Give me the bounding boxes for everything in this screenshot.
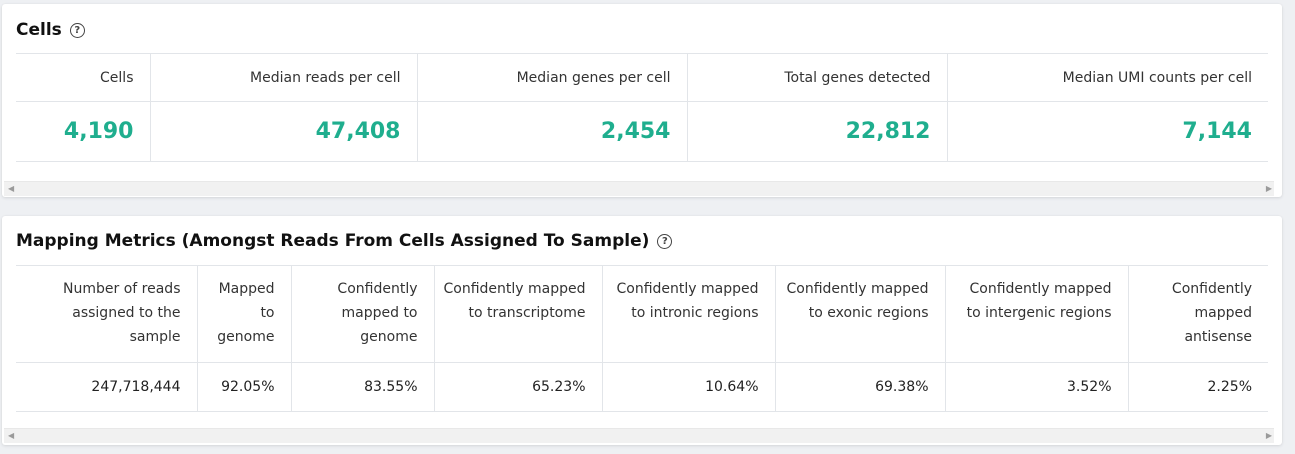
help-icon[interactable]: ? xyxy=(69,22,85,38)
mapping-title-text: Mapping Metrics (Amongst Reads From Cell… xyxy=(16,231,650,251)
cells-title-text: Cells xyxy=(16,20,62,40)
cells-metric-value: 47,408 xyxy=(149,101,417,162)
cells-value-row: 4,190 47,408 2,454 22,812 7,144 xyxy=(16,101,1268,162)
cells-title: Cells ? xyxy=(16,20,85,40)
mapping-col-header: Confidently mapped antisense xyxy=(1127,265,1268,363)
mapping-metric-value: 3.52% xyxy=(944,362,1128,412)
mapping-metric-value: 69.38% xyxy=(774,362,945,412)
cells-col-header: Median genes per cell xyxy=(416,53,687,102)
mapping-card: Mapping Metrics (Amongst Reads From Cell… xyxy=(2,216,1282,445)
mapping-col-header: Mapped to genome xyxy=(196,265,291,363)
cells-col-header: Median UMI counts per cell xyxy=(946,53,1268,102)
mapping-metric-value: 2.25% xyxy=(1127,362,1268,412)
mapping-col-header: Confidently mapped to genome xyxy=(290,265,434,363)
cells-col-header: Total genes detected xyxy=(686,53,947,102)
scroll-left-icon[interactable]: ◀ xyxy=(8,182,14,196)
mapping-metric-value: 83.55% xyxy=(290,362,434,412)
scroll-right-icon[interactable]: ▶ xyxy=(1266,429,1272,443)
cells-metric-value: 2,454 xyxy=(416,101,687,162)
help-icon[interactable]: ? xyxy=(657,233,673,249)
cells-table: Cells Median reads per cell Median genes… xyxy=(16,53,1268,162)
mapping-col-header: Confidently mapped to transcriptome xyxy=(433,265,602,363)
cells-col-header: Median reads per cell xyxy=(149,53,417,102)
mapping-metric-value: 10.64% xyxy=(601,362,775,412)
cells-metric-value: 7,144 xyxy=(946,101,1268,162)
mapping-col-header: Confidently mapped to intronic regions xyxy=(601,265,775,363)
mapping-title: Mapping Metrics (Amongst Reads From Cell… xyxy=(16,231,673,251)
mapping-table: Number of reads assigned to the sample M… xyxy=(16,265,1268,412)
mapping-col-header: Confidently mapped to intergenic regions xyxy=(944,265,1128,363)
horizontal-scrollbar[interactable]: ◀ ▶ xyxy=(4,181,1274,196)
cells-card: Cells ? Cells Median reads per cell Medi… xyxy=(2,4,1282,197)
cells-metric-value: 22,812 xyxy=(686,101,947,162)
cells-metric-value: 4,190 xyxy=(16,101,150,162)
mapping-metric-value: 247,718,444 xyxy=(16,362,197,412)
mapping-col-header: Number of reads assigned to the sample xyxy=(16,265,197,363)
cells-header-row: Cells Median reads per cell Median genes… xyxy=(16,53,1268,102)
mapping-value-row: 247,718,444 92.05% 83.55% 65.23% 10.64% … xyxy=(16,362,1268,412)
mapping-metric-value: 92.05% xyxy=(196,362,291,412)
cells-col-header: Cells xyxy=(16,53,150,102)
horizontal-scrollbar[interactable]: ◀ ▶ xyxy=(4,428,1274,443)
scroll-right-icon[interactable]: ▶ xyxy=(1266,182,1272,196)
mapping-metric-value: 65.23% xyxy=(433,362,602,412)
scroll-left-icon[interactable]: ◀ xyxy=(8,429,14,443)
mapping-col-header: Confidently mapped to exonic regions xyxy=(774,265,945,363)
mapping-header-row: Number of reads assigned to the sample M… xyxy=(16,265,1268,363)
